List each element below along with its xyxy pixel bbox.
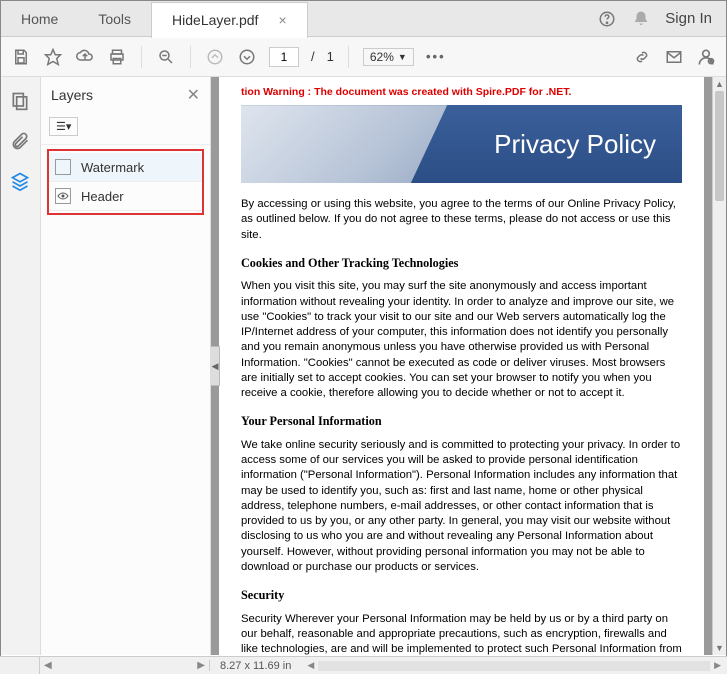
layer-label: Header: [81, 189, 124, 204]
tab-close-icon[interactable]: ×: [278, 12, 286, 28]
nav-rail: [1, 77, 41, 655]
zoom-dropdown[interactable]: 62%▼: [363, 48, 414, 66]
doc-paragraph: We take online security seriously and is…: [241, 438, 682, 575]
attachments-icon[interactable]: [10, 131, 32, 153]
page-total: 1: [327, 49, 334, 64]
bell-icon[interactable]: [631, 9, 651, 29]
layers-highlight-box: Watermark Header: [47, 149, 204, 215]
tab-tools[interactable]: Tools: [78, 1, 151, 37]
toolbar: / 1 62%▼ •••: [1, 37, 726, 77]
more-icon[interactable]: •••: [426, 47, 446, 67]
doc-intro: By accessing or using this website, you …: [241, 197, 682, 243]
doc-paragraph: When you visit this site, you may surf t…: [241, 279, 682, 401]
tab-document[interactable]: HideLayer.pdf ×: [151, 2, 308, 38]
sign-in-link[interactable]: Sign In: [665, 10, 712, 27]
layer-row-watermark[interactable]: Watermark: [49, 153, 202, 182]
page-separator: /: [311, 49, 315, 64]
save-icon[interactable]: [11, 47, 31, 67]
doc-heading-security: Security: [241, 587, 682, 603]
page-dimensions: 8.27 x 11.69 in: [210, 660, 301, 672]
account-icon[interactable]: [696, 47, 716, 67]
scroll-up-arrow[interactable]: ▲: [713, 77, 726, 91]
star-icon[interactable]: [43, 47, 63, 67]
pdf-page: tion Warning : The document was created …: [219, 77, 704, 655]
layers-options-button[interactable]: ☰▾: [49, 117, 78, 136]
main-area: Layers ✕ ☰▾ Watermark Header ◀ tion Warn…: [1, 77, 726, 655]
panel-hscroll[interactable]: ◀▶: [40, 660, 210, 671]
doc-heading-cookies: Cookies and Other Tracking Technologies: [241, 255, 682, 271]
tab-document-label: HideLayer.pdf: [172, 12, 258, 28]
tab-bar: Home Tools HideLayer.pdf × Sign In: [1, 1, 726, 37]
doc-paragraph: Security Wherever your Personal Informat…: [241, 612, 682, 655]
layer-row-header[interactable]: Header: [49, 182, 202, 211]
doc-heading-personal: Your Personal Information: [241, 413, 682, 429]
status-bar: ◀▶ 8.27 x 11.69 in ◀ ▶: [0, 656, 727, 674]
scroll-thumb[interactable]: [715, 91, 724, 201]
vertical-scrollbar[interactable]: ▲ ▼: [712, 77, 726, 655]
scroll-down-arrow[interactable]: ▼: [713, 641, 726, 655]
layer-label: Watermark: [81, 160, 144, 175]
mail-icon[interactable]: [664, 47, 684, 67]
zoom-value: 62%: [370, 50, 394, 64]
banner-title: Privacy Policy: [494, 127, 656, 162]
layer-visibility-toggle[interactable]: [55, 188, 71, 204]
layer-visibility-toggle[interactable]: [55, 159, 71, 175]
thumbnails-icon[interactable]: [10, 91, 32, 113]
document-viewport: ◀ tion Warning : The document was create…: [211, 77, 726, 655]
document-hscroll[interactable]: ◀ ▶: [301, 660, 727, 671]
panel-collapse-handle[interactable]: ◀: [211, 346, 220, 386]
page-down-icon[interactable]: [237, 47, 257, 67]
print-icon[interactable]: [107, 47, 127, 67]
layers-panel: Layers ✕ ☰▾ Watermark Header: [41, 77, 211, 655]
layers-panel-close-icon[interactable]: ✕: [187, 85, 200, 105]
zoom-out-icon[interactable]: [156, 47, 176, 67]
page-up-icon[interactable]: [205, 47, 225, 67]
layers-panel-title: Layers: [51, 87, 93, 103]
evaluation-warning: tion Warning : The document was created …: [241, 85, 682, 99]
help-icon[interactable]: [597, 9, 617, 29]
cloud-upload-icon[interactable]: [75, 47, 95, 67]
tab-home[interactable]: Home: [1, 1, 78, 37]
link-icon[interactable]: [632, 47, 652, 67]
document-banner: Privacy Policy: [241, 105, 682, 183]
layers-icon[interactable]: [10, 171, 32, 193]
page-number-input[interactable]: [269, 47, 299, 67]
